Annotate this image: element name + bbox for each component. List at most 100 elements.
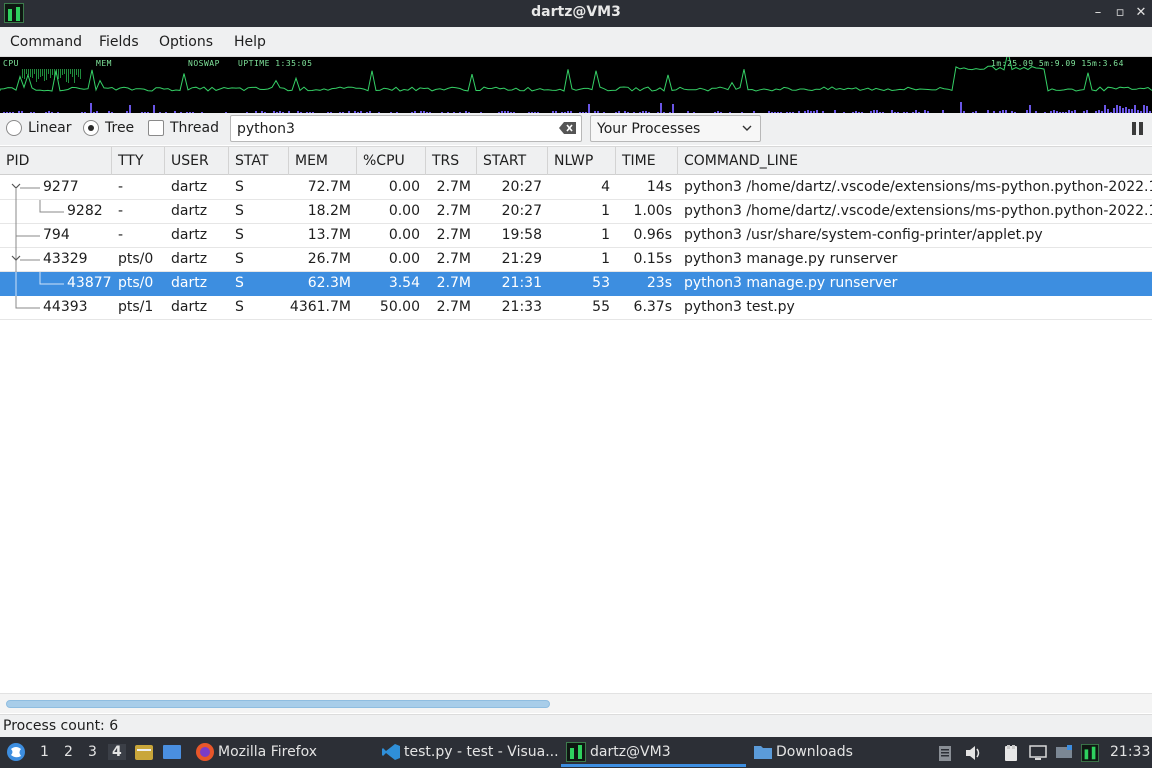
menu-fields[interactable]: Fields	[99, 34, 139, 50]
menu-help[interactable]: Help	[234, 34, 266, 50]
table-header: PID TTY USER STAT MEM %CPU TRS START NLW…	[0, 146, 1152, 175]
column-trs[interactable]: TRS	[426, 147, 477, 175]
menu-options[interactable]: Options	[159, 34, 213, 50]
table-row[interactable]: 44393 pts/1 dartz S 4361.7M 50.00 2.7M 2…	[0, 296, 1152, 320]
table-row[interactable]: 43329 pts/0 dartz S 26.7M 0.00 2.7M 21:2…	[0, 248, 1152, 272]
trs-cell: 2.7M	[436, 299, 471, 315]
start-cell: 21:31	[501, 275, 542, 291]
time-cell: 0.15s	[633, 251, 672, 267]
mem-cell: 13.7M	[307, 227, 351, 243]
thread-checkbox[interactable]	[148, 120, 164, 136]
start-cell: 21:29	[501, 251, 542, 267]
tree-radio[interactable]	[83, 120, 99, 136]
task-firefox[interactable]: Mozilla Firefox	[218, 744, 317, 760]
linear-radio[interactable]	[6, 120, 22, 136]
column-command-line[interactable]: COMMAND_LINE	[678, 147, 1152, 175]
mem-label: MEM	[96, 59, 112, 68]
system-monitor-graph: CPU MEM NOSWAP UPTIME 1:35:05 1m:25.09 5…	[0, 57, 1152, 113]
minimize-button[interactable]: –	[1089, 4, 1107, 22]
display-icon[interactable]	[1055, 744, 1073, 762]
file-manager-icon[interactable]	[134, 742, 154, 762]
tree-expander-icon[interactable]	[0, 176, 44, 200]
vscode-icon	[382, 744, 400, 760]
mem-cell: 72.7M	[307, 179, 351, 195]
column-cpu[interactable]: %CPU	[357, 147, 426, 175]
column-stat[interactable]: STAT	[229, 147, 289, 175]
trs-cell: 2.7M	[436, 203, 471, 219]
table-row[interactable]: 9282 - dartz S 18.2M 0.00 2.7M 20:27 1 1…	[0, 200, 1152, 224]
desktop-icon[interactable]	[162, 742, 182, 762]
column-user[interactable]: USER	[165, 147, 229, 175]
start-cell: 21:33	[501, 299, 542, 315]
mem-cell: 18.2M	[307, 203, 351, 219]
time-cell: 0.96s	[633, 227, 672, 243]
tree-branch-icon	[15, 200, 64, 224]
stat-cell: S	[235, 251, 244, 267]
column-pid[interactable]: PID	[0, 147, 112, 175]
process-filter-select[interactable]: Your Processes	[590, 115, 761, 142]
column-start[interactable]: START	[477, 147, 548, 175]
menu-command[interactable]: Command	[10, 34, 82, 50]
workspace-3[interactable]: 3	[88, 744, 97, 760]
pid-cell: 43329	[43, 251, 88, 267]
tree-expander-icon[interactable]	[0, 248, 44, 272]
folder-icon	[754, 746, 772, 759]
start-cell: 20:27	[501, 179, 542, 195]
time-cell: 6.37s	[633, 299, 672, 315]
nlwp-cell: 1	[601, 227, 610, 243]
linear-label: Linear	[28, 120, 72, 136]
cpu-cell: 0.00	[388, 251, 420, 267]
search-input[interactable]	[230, 115, 582, 142]
stat-cell: S	[235, 179, 244, 195]
volume-icon[interactable]	[964, 744, 982, 762]
mem-cell: 62.3M	[307, 275, 351, 291]
start-menu-icon[interactable]	[6, 742, 26, 762]
workspace-1[interactable]: 1	[40, 744, 49, 760]
table-row-selected[interactable]: 43877 pts/0 dartz S 62.3M 3.54 2.7M 21:3…	[0, 272, 1152, 296]
cpu-label: CPU	[3, 59, 19, 68]
clipboard-icon[interactable]	[936, 744, 954, 762]
column-nlwp[interactable]: NLWP	[548, 147, 616, 175]
task-vscode[interactable]: test.py - test - Visua...	[404, 744, 559, 760]
table-row[interactable]: 9277 - dartz S 72.7M 0.00 2.7M 20:27 4 1…	[0, 176, 1152, 200]
pause-icon[interactable]	[1131, 122, 1145, 136]
tty-cell: -	[118, 227, 124, 243]
user-cell: dartz	[171, 299, 208, 315]
pid-cell: 9277	[43, 179, 79, 195]
tree-branch-icon	[15, 224, 40, 248]
scrollbar-thumb[interactable]	[6, 700, 550, 708]
stat-cell: S	[235, 227, 244, 243]
column-tty[interactable]: TTY	[112, 147, 165, 175]
cpu-cell: 50.00	[379, 299, 420, 315]
process-count: Process count: 6	[3, 718, 119, 734]
time-cell: 14s	[646, 179, 672, 195]
close-button[interactable]: ✕	[1132, 4, 1150, 22]
tty-cell: pts/0	[118, 251, 154, 267]
cpu-cell: 0.00	[388, 179, 420, 195]
command-cell: python3 test.py	[684, 299, 795, 315]
qps-tray-icon[interactable]	[1081, 744, 1099, 762]
maximize-button[interactable]: ▫	[1111, 4, 1129, 22]
column-mem[interactable]: MEM	[289, 147, 357, 175]
task-qps[interactable]: dartz@VM3	[590, 744, 671, 760]
user-cell: dartz	[171, 251, 208, 267]
workspace-4[interactable]: 4	[108, 744, 126, 760]
user-cell: dartz	[171, 203, 208, 219]
column-time[interactable]: TIME	[616, 147, 678, 175]
workspace-2[interactable]: 2	[64, 744, 73, 760]
network-icon[interactable]	[1029, 744, 1047, 762]
menu-bar: Command Fields Options Help	[0, 27, 1152, 57]
time-cell: 1.00s	[633, 203, 672, 219]
cpu-cell: 0.00	[388, 227, 420, 243]
trs-cell: 2.7M	[436, 179, 471, 195]
clock: 21:33	[1110, 744, 1151, 760]
stat-cell: S	[235, 203, 244, 219]
table-row[interactable]: 794 - dartz S 13.7M 0.00 2.7M 19:58 1 0.…	[0, 224, 1152, 248]
clear-search-icon[interactable]	[559, 122, 577, 134]
notes-icon[interactable]	[1002, 744, 1020, 762]
cpu-cell: 0.00	[388, 203, 420, 219]
tty-cell: -	[118, 203, 124, 219]
horizontal-scrollbar[interactable]	[0, 693, 1152, 713]
tree-branch-icon	[15, 296, 40, 309]
task-downloads[interactable]: Downloads	[776, 744, 853, 760]
